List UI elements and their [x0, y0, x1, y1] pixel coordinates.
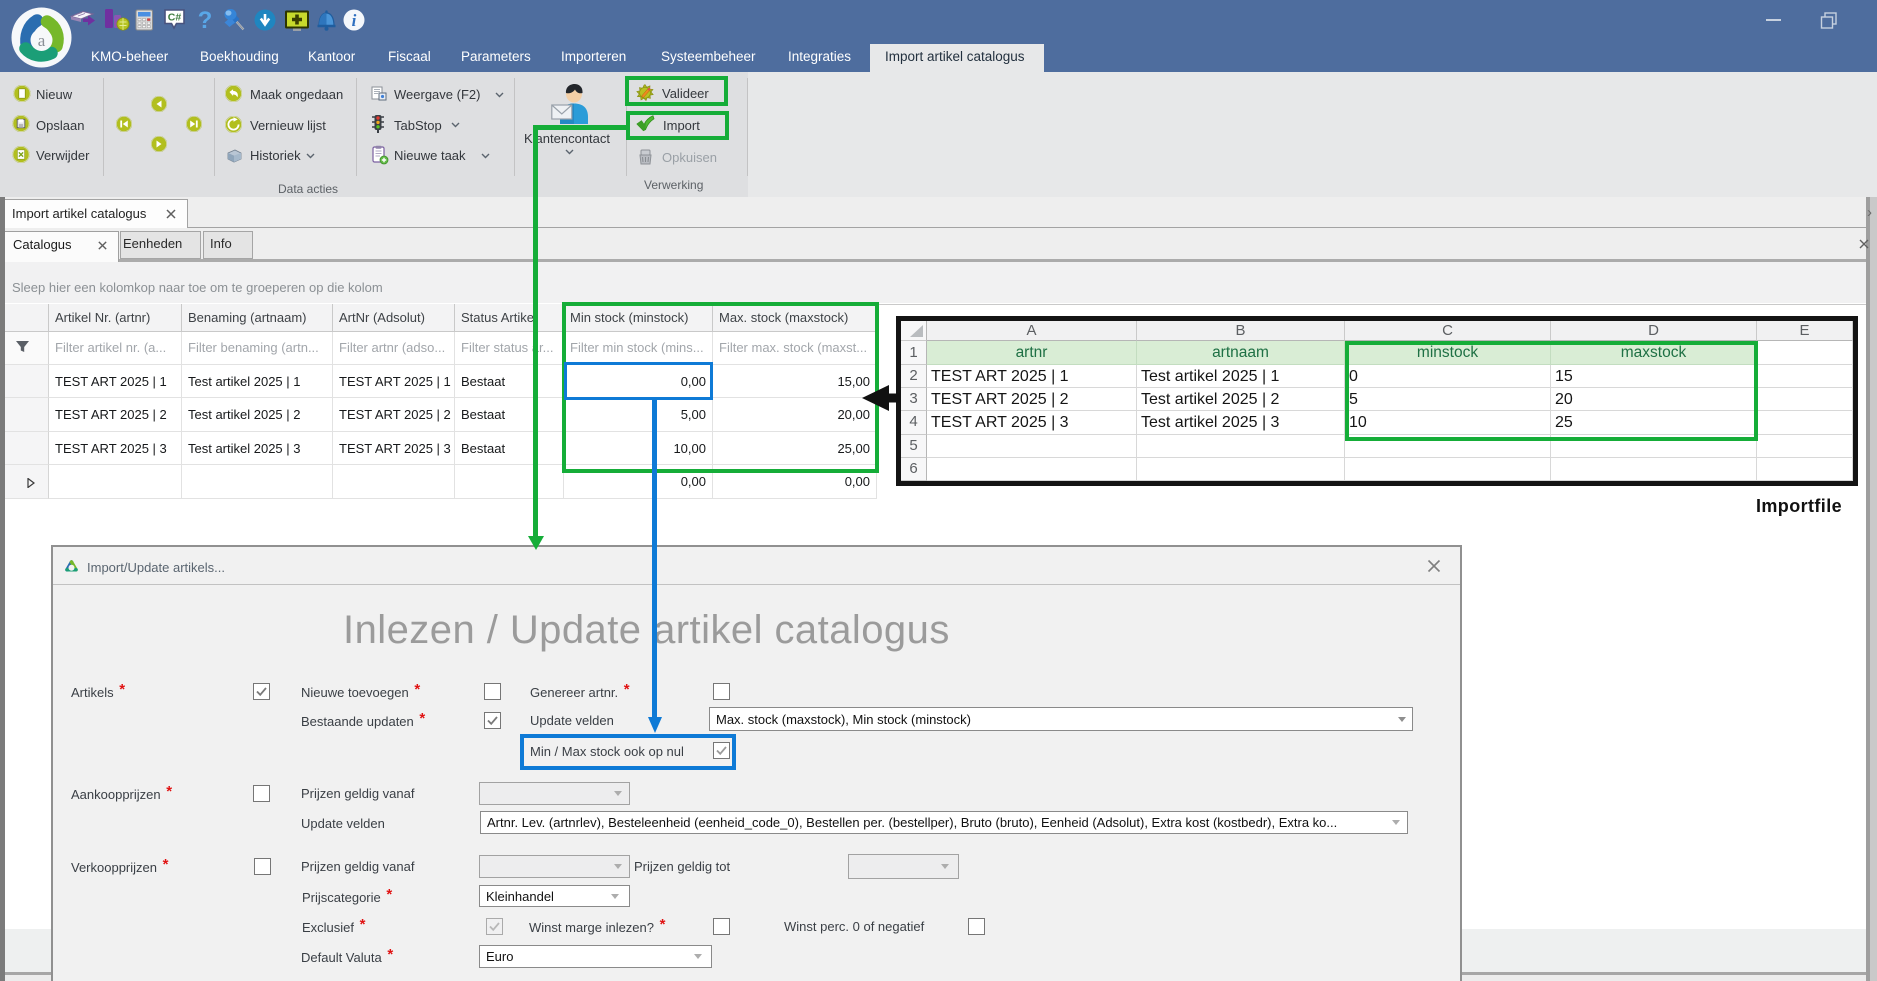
svg-text:i: i — [352, 11, 357, 30]
svg-text:a: a — [38, 31, 46, 50]
svg-text:C#: C# — [168, 12, 182, 24]
svg-text:?: ? — [198, 7, 213, 33]
